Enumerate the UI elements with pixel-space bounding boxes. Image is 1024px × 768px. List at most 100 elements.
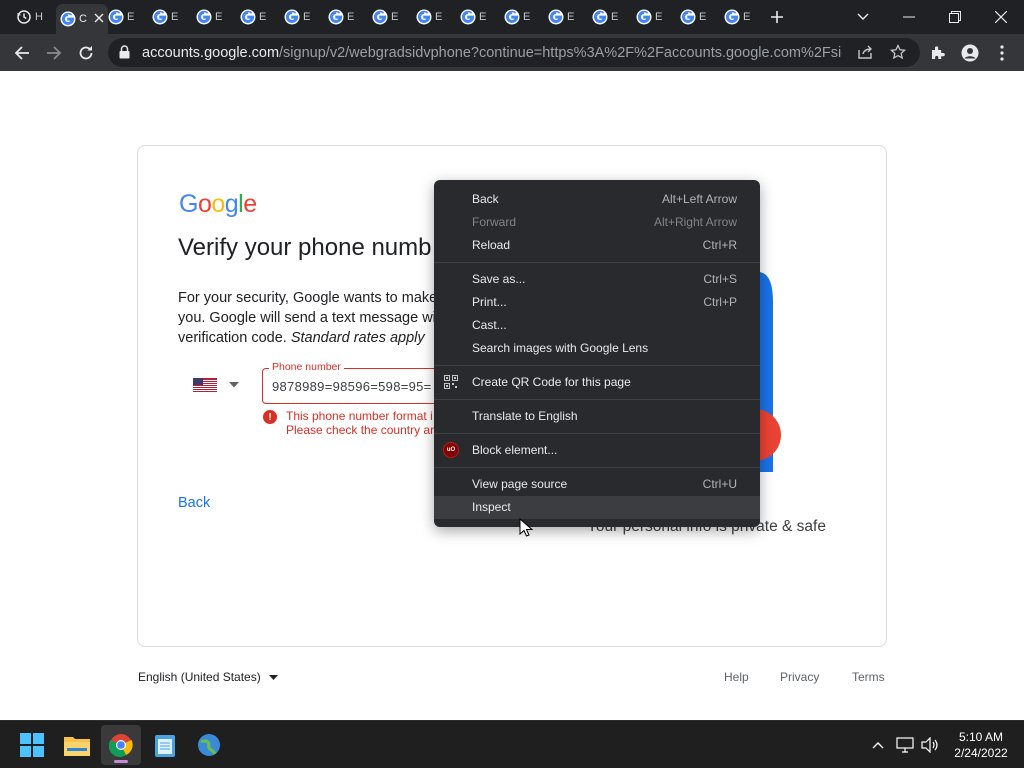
share-icon[interactable]: [857, 44, 873, 65]
chrome-icon[interactable]: [101, 725, 141, 765]
phone-number-value: 9878989=98596=598=95=: [272, 379, 432, 394]
desc-line-3: verification code. Standard rates apply: [178, 328, 478, 348]
language-select[interactable]: English (United States): [138, 670, 278, 684]
back-nav-button[interactable]: [8, 39, 36, 67]
tab-title: E: [743, 11, 751, 23]
tab-title: E: [171, 11, 179, 23]
menu-item-label: Forward: [472, 215, 517, 229]
logo-letter: e: [243, 190, 257, 218]
tab-title: E: [259, 11, 267, 23]
tab-title: E: [479, 11, 487, 23]
google-icon: [460, 9, 476, 25]
browser-tab[interactable]: E: [636, 4, 662, 30]
tab-title: H: [35, 11, 43, 23]
standard-rates-text: Standard rates apply: [290, 330, 425, 346]
back-link[interactable]: Back: [178, 495, 210, 511]
lock-icon: [119, 45, 130, 64]
menu-button[interactable]: [988, 39, 1016, 67]
tab-title: E: [699, 11, 707, 23]
browser-tab[interactable]: E: [196, 4, 222, 30]
menu-separator: [434, 467, 760, 468]
error-line-1: This phone number format i: [286, 409, 433, 423]
volume-icon[interactable]: [920, 735, 940, 755]
menu-item-view-page-source[interactable]: View page source Ctrl+U: [434, 473, 760, 496]
menu-item-search-images-with-google-lens[interactable]: Search images with Google Lens: [434, 337, 760, 360]
browser-tab[interactable]: E: [592, 4, 618, 30]
google-icon: [240, 9, 256, 25]
browser-tab[interactable]: E: [108, 4, 134, 30]
file-explorer-icon[interactable]: [57, 725, 97, 765]
history-icon: [16, 9, 32, 25]
menu-item-shortcut: Ctrl+P: [703, 295, 737, 309]
tab-search-button[interactable]: [843, 0, 883, 34]
menu-item-save-as[interactable]: Save as... Ctrl+S: [434, 268, 760, 291]
plus-icon: [771, 11, 783, 23]
tab-title: E: [347, 11, 355, 23]
country-select[interactable]: [193, 378, 239, 392]
ublock-badge: uO: [443, 442, 459, 458]
menu-item-cast[interactable]: Cast...: [434, 314, 760, 337]
arrow-left-icon: [14, 46, 29, 60]
forward-nav-button[interactable]: [40, 39, 68, 67]
browser-tab[interactable]: E: [372, 4, 398, 30]
network-icon[interactable]: [895, 735, 915, 755]
minimize-icon: [903, 16, 915, 18]
close-window-button[interactable]: [981, 0, 1021, 34]
browser-tab[interactable]: H: [16, 4, 43, 30]
browser-tab[interactable]: E: [328, 4, 354, 30]
windows-start-icon[interactable]: [12, 725, 52, 765]
tab-title: E: [215, 11, 223, 23]
menu-item-print[interactable]: Print... Ctrl+P: [434, 291, 760, 314]
browser-tab[interactable]: C: [56, 4, 108, 34]
notepad-icon[interactable]: [145, 725, 185, 765]
browser-tab[interactable]: E: [240, 4, 266, 30]
menu-item-shortcut: Alt+Right Arrow: [653, 215, 737, 229]
restore-button[interactable]: [935, 0, 975, 34]
menu-item-label: Cast...: [472, 318, 507, 332]
page-title: Verify your phone numb: [178, 234, 432, 261]
browser-tab[interactable]: E: [504, 4, 530, 30]
privacy-link[interactable]: Privacy: [780, 670, 819, 684]
menu-item-back[interactable]: Back Alt+Left Arrow: [434, 188, 760, 211]
menu-item-translate-to-english[interactable]: Translate to English: [434, 405, 760, 428]
bookmark-star-icon[interactable]: [889, 43, 907, 65]
browser-tab[interactable]: E: [416, 4, 442, 30]
browser-tab[interactable]: E: [152, 4, 178, 30]
extensions-button[interactable]: [924, 39, 952, 67]
browser-tab[interactable]: E: [548, 4, 574, 30]
chevron-up-icon[interactable]: [868, 735, 888, 755]
url-host: accounts.google.com: [142, 45, 280, 61]
error-message: This phone number format i Please check …: [286, 409, 434, 437]
menu-item-label: Translate to English: [472, 409, 578, 423]
close-tab-icon[interactable]: [94, 13, 104, 26]
menu-separator: [434, 433, 760, 434]
reload-button[interactable]: [72, 39, 100, 67]
minimize-button[interactable]: [889, 0, 929, 34]
browser-tab[interactable]: E: [460, 4, 486, 30]
menu-item-shortcut: Ctrl+S: [703, 272, 737, 286]
taskbar-clock[interactable]: 5:10 AM 2/24/2022: [946, 729, 1016, 761]
phone-number-label: Phone number: [269, 361, 344, 373]
new-tab-button[interactable]: [757, 0, 797, 34]
tab-title: C: [79, 13, 87, 25]
us-flag-icon: [193, 378, 217, 392]
menu-item-create-qr-code-for-this-page[interactable]: Create QR Code for this page: [434, 371, 760, 394]
menu-item-label: View page source: [472, 477, 568, 491]
taskbar: 5:10 AM 2/24/2022: [0, 720, 1024, 768]
globe-app-icon[interactable]: [189, 725, 229, 765]
menu-item-reload[interactable]: Reload Ctrl+R: [434, 234, 760, 257]
browser-tab[interactable]: E: [284, 4, 310, 30]
browser-tab[interactable]: E: [680, 4, 706, 30]
browser-tab[interactable]: E: [724, 4, 750, 30]
google-icon: [636, 9, 652, 25]
menu-item-block-element[interactable]: uO Block element...: [434, 439, 760, 462]
menu-item-label: Reload: [472, 238, 511, 252]
close-icon: [995, 11, 1007, 23]
profile-button[interactable]: [956, 39, 984, 67]
terms-link[interactable]: Terms: [852, 670, 885, 684]
menu-item-inspect[interactable]: Inspect: [434, 496, 760, 519]
google-icon: [724, 9, 740, 25]
address-bar[interactable]: accounts.google.com/signup/v2/webgradsid…: [108, 38, 920, 67]
help-link[interactable]: Help: [724, 670, 749, 684]
menu-item-forward: Forward Alt+Right Arrow: [434, 211, 760, 234]
